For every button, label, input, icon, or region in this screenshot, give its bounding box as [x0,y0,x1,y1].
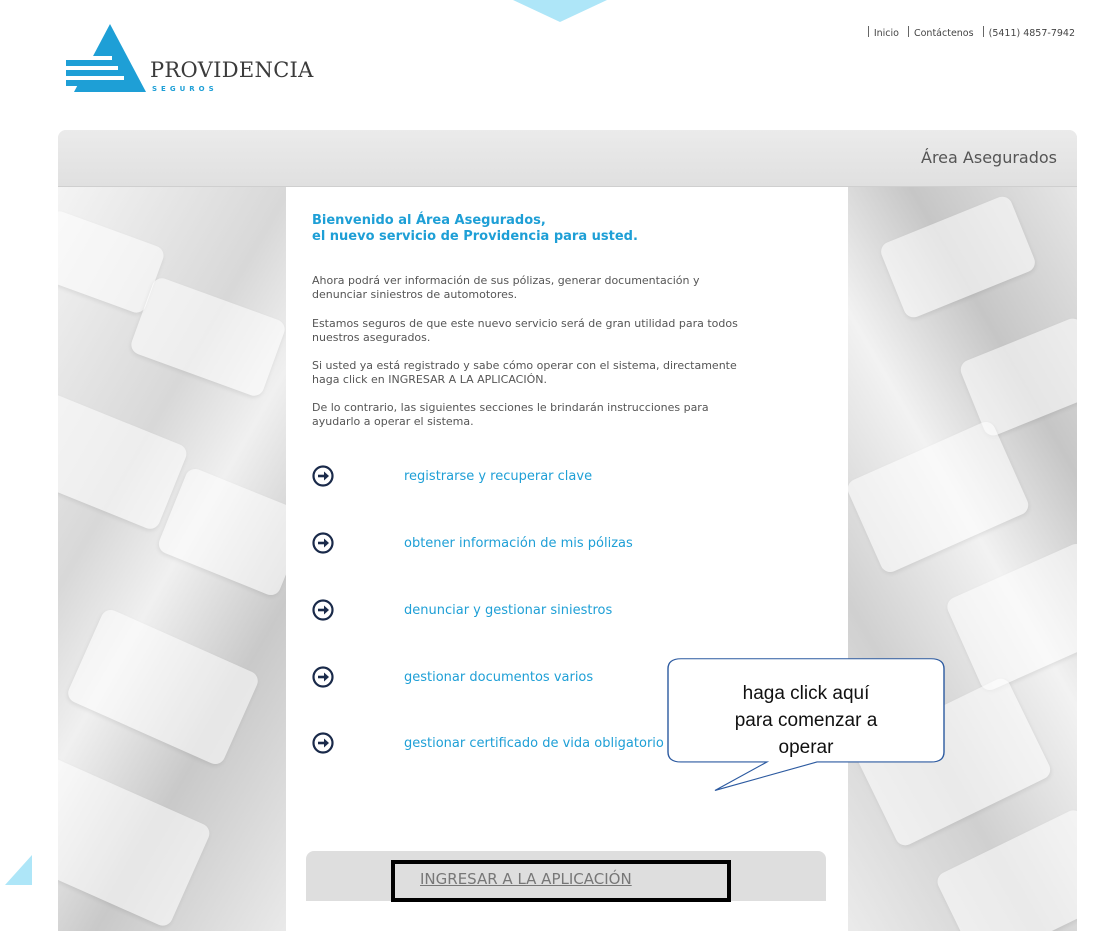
key-shape [58,392,190,532]
arrow-circle-icon [312,599,334,621]
paragraph-line: nuestros asegurados. [312,331,431,344]
main-frame: Área Asegurados Bienvenido al Área Asegu… [58,130,1077,931]
logo-mark-icon [66,24,146,92]
callout-line: para comenzar a [734,710,878,731]
callout-tooltip: haga click aquí para comenzar a operar [667,658,945,793]
welcome-line-2: el nuevo servicio de Providencia para us… [312,229,638,244]
key-shape [65,606,261,768]
nav-label: denunciar y gestionar siniestros [404,603,613,618]
key-shape [878,193,1038,321]
nav-polizas[interactable]: obtener información de mis pólizas [312,532,732,562]
phone-number: (5411) 4857-7942 [988,28,1075,39]
arrow-circle-icon [312,532,334,554]
callout-text: haga click aquí para comenzar a operar [667,680,945,761]
ingresar-button[interactable]: INGRESAR A LA APLICACIÓN [391,860,731,902]
enter-bar: INGRESAR A LA APLICACIÓN [306,851,826,902]
paragraph-line: denunciar siniestros de automotores. [312,288,518,301]
separator [982,26,984,37]
arrow-circle-icon [312,666,334,688]
key-shape [848,418,1032,576]
separator [907,26,909,37]
key-shape [934,806,1077,931]
welcome-heading: Bienvenido al Área Asegurados, el nuevo … [312,213,638,245]
paragraph-line: Si usted ya está registrado y sabe cómo … [312,359,737,372]
nav-label: gestionar documentos varios [404,670,594,685]
decorative-triangle-bottom [5,855,32,885]
link-contactenos[interactable]: Contáctenos [914,28,974,39]
nav-label: gestionar certificado de vida obligatori… [404,736,664,751]
separator [867,26,869,37]
intro-paragraph-1: Ahora podrá ver información de sus póliz… [312,274,832,302]
paragraph-line: ayudarlo a operar el sistema. [312,415,474,428]
header-bar: Área Asegurados [58,130,1077,187]
key-shape [128,275,286,399]
nav-registrarse[interactable]: registrarse y recuperar clave [312,465,732,495]
content-panel: Bienvenido al Área Asegurados, el nuevo … [286,187,848,931]
top-links: Inicio Contáctenos (5411) 4857-7942 [862,26,1075,39]
callout-line: haga click aquí [742,683,870,704]
keyboard-background-right [848,187,1077,931]
nav-label: registrarse y recuperar clave [404,469,593,484]
brand-name: PROVIDENCIA [150,58,314,82]
paragraph-line: Estamos seguros de que este nuevo servic… [312,317,738,330]
providencia-logo[interactable]: PROVIDENCIA SEGUROS [66,22,366,102]
decorative-triangle-top [513,0,607,22]
nav-siniestros[interactable]: denunciar y gestionar siniestros [312,599,732,629]
ingresar-label: INGRESAR A LA APLICACIÓN [420,870,632,888]
intro-paragraph-2: Estamos seguros de que este nuevo servic… [312,317,832,345]
arrow-circle-icon [312,465,334,487]
key-shape [957,315,1077,439]
intro-paragraph-4: De lo contrario, las siguientes seccione… [312,401,832,429]
key-shape [155,465,286,599]
paragraph-line: Ahora podrá ver información de sus póliz… [312,274,700,287]
welcome-line-1: Bienvenido al Área Asegurados, [312,213,546,228]
arrow-circle-icon [312,732,334,754]
link-inicio[interactable]: Inicio [874,28,899,39]
key-shape [58,755,213,929]
keyboard-background-left [58,187,286,931]
brand-sub: SEGUROS [152,85,218,93]
paragraph-line: De lo contrario, las siguientes seccione… [312,401,709,414]
nav-label: obtener información de mis pólizas [404,536,633,551]
callout-line: operar [778,737,834,758]
intro-paragraph-3: Si usted ya está registrado y sabe cómo … [312,359,832,387]
paragraph-line: haga click en INGRESAR A LA APLICACIÓN. [312,373,547,386]
page-title: Área Asegurados [921,148,1057,167]
key-shape [944,540,1077,694]
